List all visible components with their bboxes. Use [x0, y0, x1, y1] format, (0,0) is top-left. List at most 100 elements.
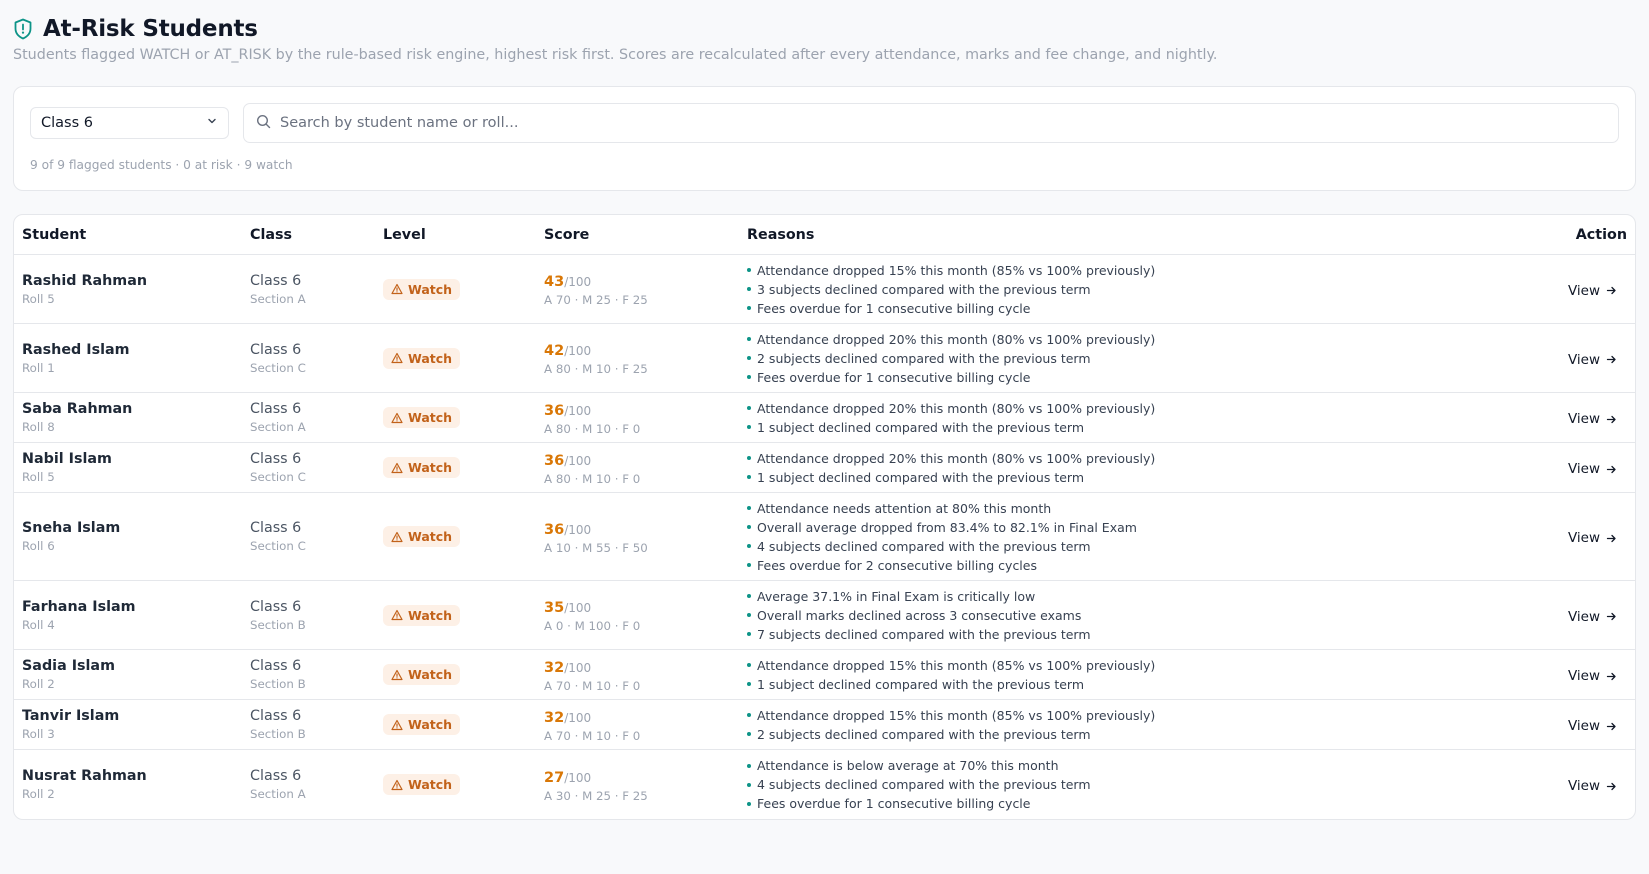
score-max: /100 — [564, 770, 592, 785]
score-cell: 42/100 A 80 · M 10 · F 25 — [544, 340, 747, 376]
reasons-cell: Attendance dropped 20% this month (80% v… — [747, 330, 1515, 387]
class-section: Section A — [250, 420, 306, 434]
student-name: Nusrat Rahman — [22, 768, 147, 784]
student-cell: Rashid Rahman Roll 5 — [14, 273, 250, 306]
reasons-cell: Attendance dropped 20% this month (80% v… — [747, 449, 1515, 487]
reason-text: Attendance dropped 20% this month (80% v… — [757, 400, 1156, 416]
column-header-level: Level — [383, 226, 426, 243]
view-button-label: View — [1567, 282, 1600, 299]
action-cell: View — [1515, 458, 1635, 477]
score-breakdown: A 10 · M 55 · F 50 — [544, 540, 648, 555]
view-button[interactable]: View — [1568, 283, 1617, 299]
status-badge: Watch — [383, 407, 461, 428]
view-button[interactable]: View — [1568, 461, 1617, 477]
table-row: Sadia Islam Roll 2 Class 6 Section B Wat… — [14, 650, 1635, 700]
student-roll: Roll 3 — [22, 727, 55, 741]
status-badge-label: Watch — [408, 281, 453, 297]
status-badge: Watch — [383, 278, 461, 300]
column-header-class: Class — [250, 226, 293, 243]
table-row: Sneha Islam Roll 6 Class 6 Section C Wat… — [14, 493, 1635, 581]
table-row: Tanvir Islam Roll 3 Class 6 Section B Wa… — [14, 700, 1635, 750]
student-cell: Nabil Islam Roll 5 — [14, 451, 250, 484]
reasons-cell: Average 37.1% in Final Exam is criticall… — [747, 587, 1515, 644]
alert-triangle-icon — [391, 352, 403, 364]
view-button-label: View — [1567, 718, 1600, 734]
action-cell: View — [1515, 715, 1635, 734]
student-cell: Sadia Islam Roll 2 — [14, 658, 250, 691]
view-button[interactable]: View — [1568, 352, 1617, 368]
arrow-right-icon — [1606, 533, 1617, 544]
column-header-score: Score — [544, 226, 590, 243]
table-row: Nabil Islam Roll 5 Class 6 Section C Wat… — [14, 443, 1635, 493]
view-button[interactable]: View — [1568, 668, 1617, 684]
class-name: Class 6 — [250, 768, 302, 784]
student-cell: Farhana Islam Roll 4 — [14, 599, 250, 632]
view-button-label: View — [1567, 530, 1600, 546]
reason-item: 2 subjects declined compared with the pr… — [747, 349, 1515, 368]
view-button[interactable]: View — [1568, 778, 1617, 794]
bullet-dot-icon — [747, 456, 751, 460]
student-cell: Nusrat Rahman Roll 2 — [14, 768, 250, 801]
search-box[interactable] — [243, 103, 1619, 143]
reason-item: 4 subjects declined compared with the pr… — [747, 537, 1515, 556]
status-badge: Watch — [383, 457, 461, 478]
reason-text: Overall average dropped from 83.4% to 82… — [757, 519, 1137, 535]
reason-text: Fees overdue for 2 consecutive billing c… — [757, 557, 1037, 573]
class-select[interactable]: Class 6 — [30, 107, 229, 139]
table-row: Rashed Islam Roll 1 Class 6 Section C Wa… — [14, 324, 1635, 393]
score-cell: 36/100 A 80 · M 10 · F 0 — [544, 450, 747, 486]
level-cell: Watch — [383, 714, 544, 735]
reason-text: Attendance needs attention at 80% this m… — [757, 500, 1052, 516]
score-max: /100 — [564, 344, 592, 358]
reason-text: Overall marks declined across 3 consecut… — [757, 607, 1082, 623]
view-button[interactable]: View — [1568, 530, 1617, 546]
reason-text: Fees overdue for 1 consecutive billing c… — [757, 796, 1031, 811]
alert-triangle-icon — [391, 669, 403, 681]
score-breakdown: A 80 · M 10 · F 25 — [544, 362, 648, 376]
alert-triangle-icon — [391, 283, 403, 295]
status-badge-label: Watch — [408, 667, 453, 682]
class-cell: Class 6 Section B — [250, 599, 383, 632]
score-value: 27 — [544, 769, 565, 786]
view-button[interactable]: View — [1568, 718, 1617, 734]
status-badge-label: Watch — [408, 350, 453, 366]
reasons-list: Average 37.1% in Final Exam is criticall… — [747, 587, 1515, 644]
students-table: Student Class Level Score Reasons Action… — [13, 214, 1636, 820]
search-input[interactable] — [280, 115, 1606, 131]
level-cell: Watch — [383, 457, 544, 478]
student-roll: Roll 8 — [22, 420, 55, 434]
student-roll: Roll 5 — [22, 470, 55, 484]
level-cell: Watch — [383, 774, 544, 795]
table-row: Nusrat Rahman Roll 2 Class 6 Section A W… — [14, 750, 1635, 819]
filter-row: Class 6 — [30, 103, 1619, 143]
view-button[interactable]: View — [1568, 411, 1617, 427]
student-name: Rashed Islam — [22, 341, 130, 358]
reason-text: 1 subject declined compared with the pre… — [757, 469, 1085, 485]
level-cell: Watch — [383, 526, 544, 547]
reason-item: Fees overdue for 2 consecutive billing c… — [747, 556, 1515, 575]
score-breakdown: A 70 · M 10 · F 0 — [544, 728, 641, 743]
table-header: Student Class Level Score Reasons Action — [14, 215, 1635, 255]
bullet-dot-icon — [747, 268, 751, 272]
reason-item: Attendance dropped 15% this month (85% v… — [747, 656, 1515, 675]
alert-triangle-icon — [391, 779, 403, 791]
view-button[interactable]: View — [1568, 609, 1617, 625]
score-breakdown: A 80 · M 10 · F 0 — [544, 471, 641, 486]
search-icon — [256, 114, 271, 133]
alert-triangle-icon — [391, 462, 403, 474]
reasons-list: Attendance is below average at 70% this … — [747, 756, 1515, 813]
action-cell: View — [1515, 349, 1635, 368]
student-name: Tanvir Islam — [22, 708, 120, 724]
bullet-dot-icon — [747, 713, 751, 717]
page-title: At-Risk Students — [43, 16, 258, 42]
alert-triangle-icon — [391, 719, 403, 731]
student-name: Rashid Rahman — [22, 272, 148, 289]
reason-item: Fees overdue for 1 consecutive billing c… — [747, 368, 1515, 387]
status-badge: Watch — [383, 664, 461, 685]
reasons-list: Attendance needs attention at 80% this m… — [747, 499, 1515, 575]
arrow-right-icon — [1606, 464, 1617, 475]
reason-text: 7 subjects declined compared with the pr… — [757, 626, 1091, 642]
alert-triangle-icon — [391, 609, 403, 621]
reason-item: Average 37.1% in Final Exam is criticall… — [747, 587, 1515, 606]
bullet-dot-icon — [747, 632, 751, 636]
